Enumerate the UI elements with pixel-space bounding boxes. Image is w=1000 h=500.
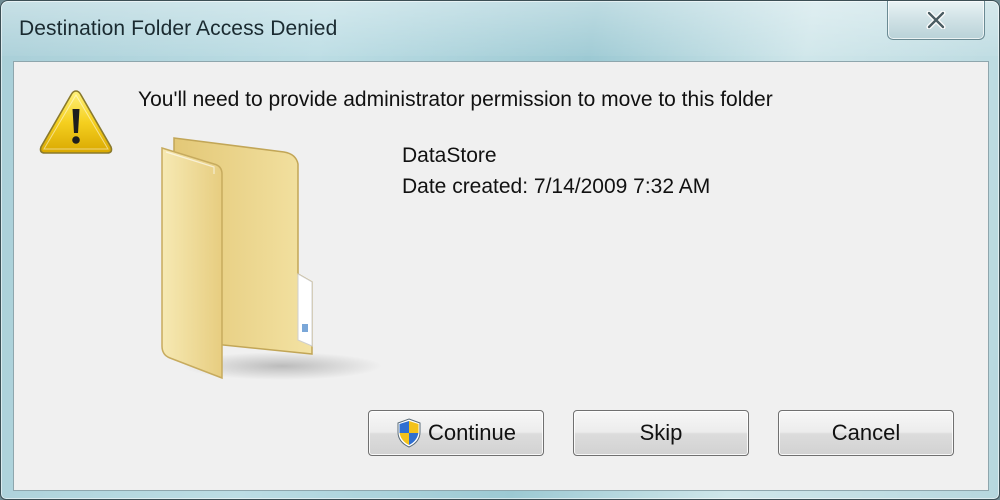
folder-date-created: Date created: 7/14/2009 7:32 AM (402, 175, 711, 198)
continue-label: Continue (427, 420, 517, 445)
window-title: Destination Folder Access Denied (19, 17, 338, 40)
skip-button[interactable]: Skip (573, 410, 749, 456)
cancel-label: Cancel (831, 420, 901, 445)
close-button[interactable] (887, 1, 985, 40)
folder-info: DataStore Date created: 7/14/2009 7:32 A… (402, 140, 710, 202)
skip-label: Skip (639, 420, 683, 445)
close-icon (926, 11, 946, 29)
warning-icon (39, 90, 113, 154)
cancel-button[interactable]: Cancel (778, 410, 954, 456)
continue-button[interactable]: Continue (368, 410, 544, 456)
dialog-body: You'll need to provide administrator per… (13, 61, 989, 491)
folder-icon (161, 137, 382, 380)
uac-shield-icon (397, 418, 421, 448)
permission-message: You'll need to provide administrator per… (138, 88, 773, 111)
folder-name: DataStore (402, 144, 497, 167)
dialog-window: Destination Folder Access Denied You'll … (0, 0, 1000, 500)
